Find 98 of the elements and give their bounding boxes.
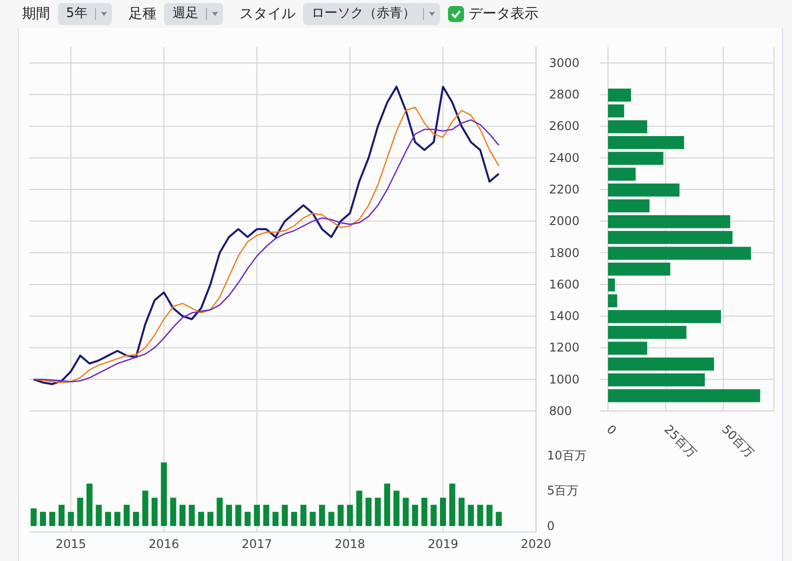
volume-bar <box>477 504 484 526</box>
volume-bar <box>291 512 298 526</box>
volume-profile-bar <box>608 184 680 197</box>
volume-bar <box>430 504 437 526</box>
volume-bar <box>496 512 502 526</box>
axis-label: 3000 <box>549 56 580 70</box>
volume-bar <box>319 504 326 526</box>
axis-label: 1400 <box>549 309 580 324</box>
volume-bar <box>235 504 242 526</box>
axis-label: 2020 <box>520 537 552 550</box>
field-label: 足種 <box>128 4 156 24</box>
volume-bar <box>300 504 306 526</box>
field-label: スタイル <box>239 4 296 24</box>
volume-bar <box>254 504 260 526</box>
volume-bar <box>486 504 492 526</box>
volume-bar <box>346 504 353 526</box>
volume-bar <box>384 484 390 526</box>
axis-label: 1800 <box>549 246 580 260</box>
axis-label: 2017 <box>242 537 272 550</box>
volume-bar <box>198 512 204 526</box>
volume-bar <box>96 504 102 526</box>
volume-bar <box>402 498 409 526</box>
axis-label: 25百万 <box>662 422 700 460</box>
axis-label: 2018 <box>334 537 366 550</box>
volume-bar <box>30 508 37 526</box>
volume-bar <box>124 504 130 526</box>
volume-profile-bar <box>608 152 664 165</box>
volume-bar <box>105 512 112 526</box>
volume-bar <box>458 498 465 526</box>
volume-bar <box>207 512 214 526</box>
axis-label: 5百万 <box>547 484 579 498</box>
dropdown[interactable]: 5年 <box>58 3 112 25</box>
axis-label: 0 <box>547 519 555 533</box>
axis-label: 0 <box>604 422 620 438</box>
caret-icon <box>100 11 108 17</box>
caret-icon <box>211 11 220 17</box>
axis-label: 2400 <box>549 150 580 165</box>
volume-profile-bar <box>608 199 650 212</box>
volume-bar <box>421 498 428 526</box>
axis-label: 2015 <box>56 537 86 550</box>
check-icon <box>450 8 462 20</box>
volume-bar <box>152 498 158 526</box>
volume-bar <box>170 498 176 526</box>
axis-label: 800 <box>549 404 572 418</box>
volume-bar <box>374 498 381 526</box>
volume-profile-bar <box>608 168 636 181</box>
volume-profile-bar <box>608 88 632 102</box>
volume-profile-bar <box>608 278 615 292</box>
volume-profile-bar <box>608 294 618 308</box>
volume-profile-bar <box>608 262 670 276</box>
volume-profile-bar <box>608 120 648 134</box>
axis-label: 2000 <box>549 214 580 228</box>
volume-bar <box>328 512 334 526</box>
volume-bar <box>77 498 84 526</box>
axis-label: 10百万 <box>547 448 586 462</box>
volume-profile-bar <box>608 104 624 118</box>
checkbox-label: データ表示 <box>468 4 538 24</box>
volume-bar <box>68 512 74 526</box>
volume-bar <box>49 512 56 526</box>
volume-bar <box>393 490 400 526</box>
volume-bar <box>114 512 120 526</box>
volume-bar <box>338 504 344 526</box>
axis-label: 2800 <box>549 88 580 102</box>
volume-bar <box>272 512 279 526</box>
volume-bar <box>132 512 139 526</box>
axis-label: 50百万 <box>719 422 757 460</box>
field-label: 期間 <box>22 4 50 24</box>
volume-bar <box>282 504 288 526</box>
volume-bar <box>310 512 316 526</box>
volume-bar <box>142 490 148 526</box>
volume-profile-bar <box>608 342 648 355</box>
axis-label: 2600 <box>549 119 580 134</box>
axis-label: 2200 <box>549 182 580 197</box>
volume-bar <box>366 498 372 526</box>
volume-bar <box>440 498 446 526</box>
volume-bar <box>216 498 223 526</box>
checkbox[interactable] <box>448 6 464 22</box>
volume-bar <box>412 504 418 526</box>
caret-icon <box>428 11 436 17</box>
volume-bar <box>40 512 46 526</box>
axis-label: 2016 <box>148 537 180 550</box>
volume-bar <box>86 484 92 526</box>
dropdown[interactable]: ローソク（赤青） <box>303 3 440 25</box>
volume-bar <box>180 504 186 526</box>
volume-bar <box>58 504 65 526</box>
axis-label: 1200 <box>549 340 580 355</box>
volume-bar <box>449 484 456 526</box>
volume-bar <box>244 512 251 526</box>
volume-bar <box>468 504 474 526</box>
volume-bar <box>356 490 362 526</box>
dropdown[interactable]: 週足 <box>164 3 224 25</box>
volume-bar <box>188 504 195 526</box>
axis-label: 1600 <box>549 277 580 292</box>
axis-label: 2019 <box>428 537 458 550</box>
volume-bar <box>226 504 232 526</box>
volume-bar <box>263 504 270 526</box>
axis-label: 1000 <box>549 372 580 386</box>
volume-bar <box>160 462 167 526</box>
